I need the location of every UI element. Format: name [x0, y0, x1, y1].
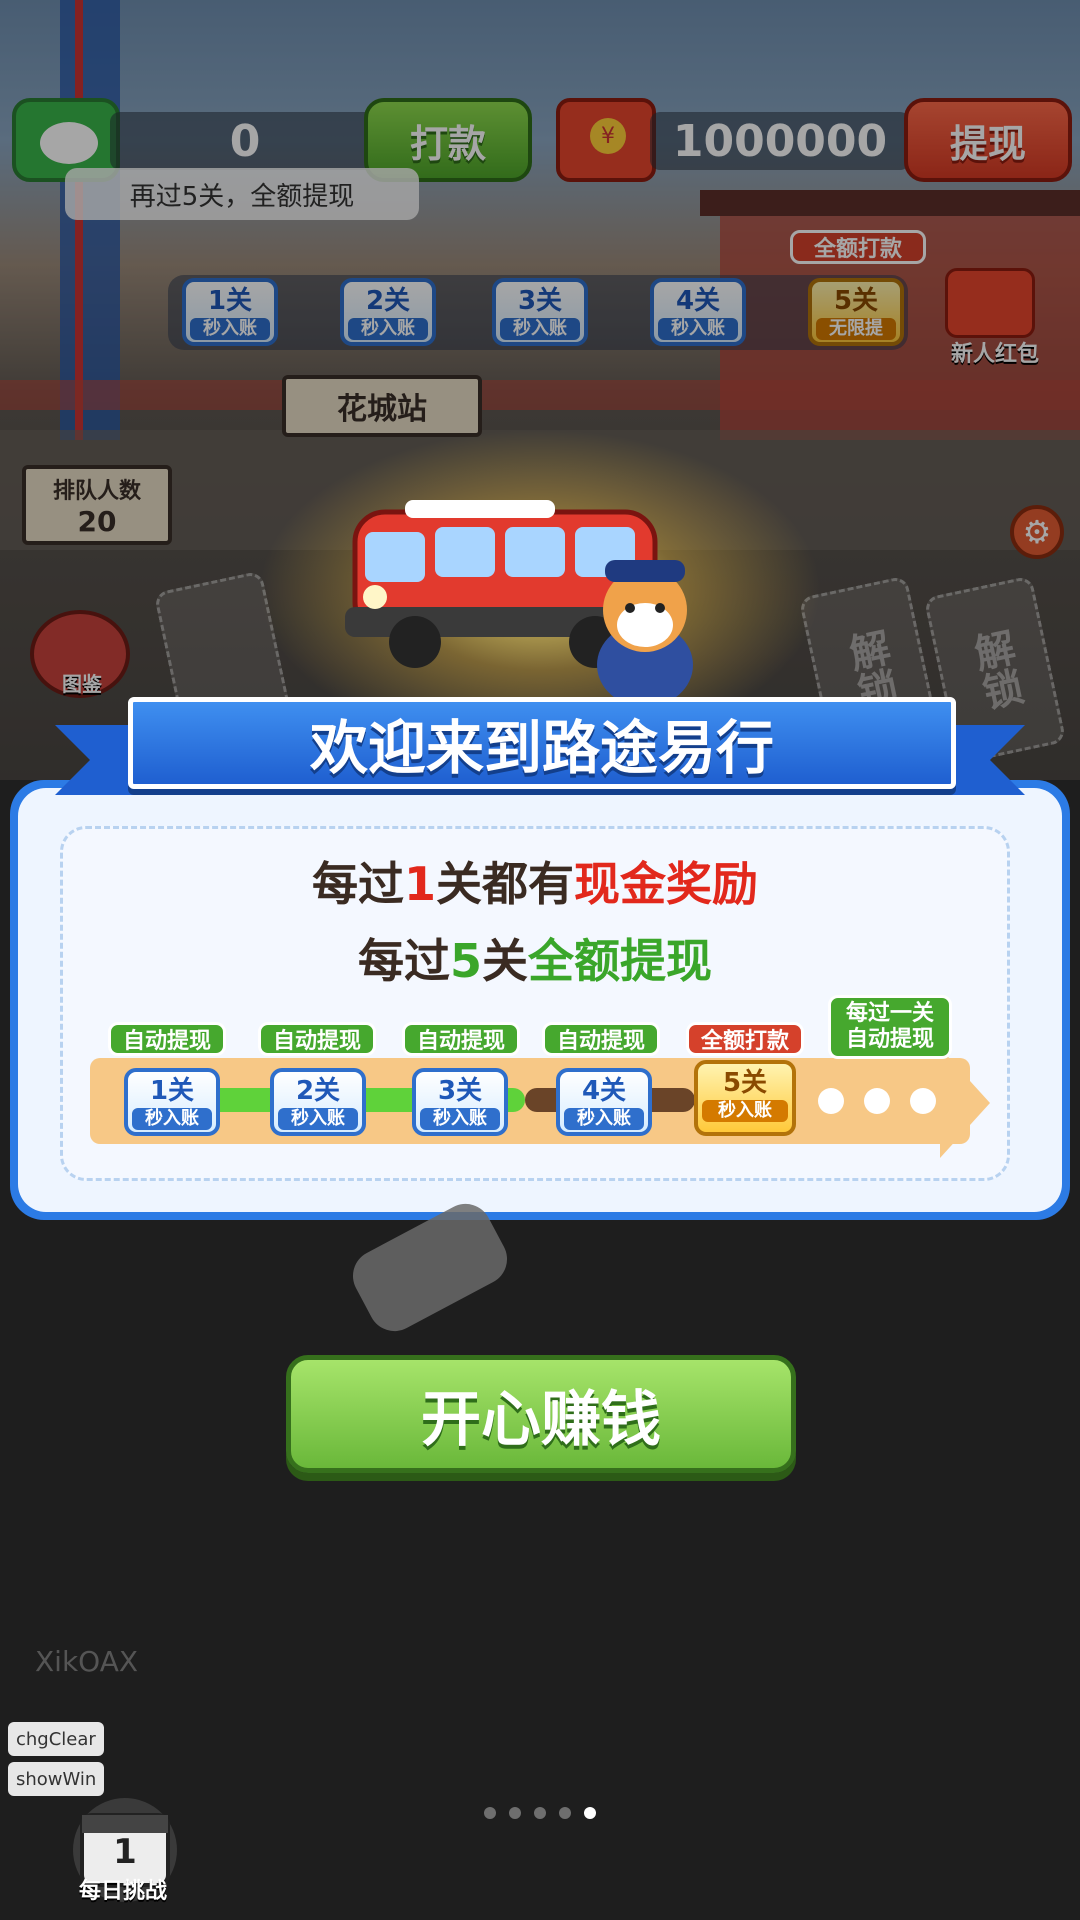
step-1-card: 1关 秒入账: [124, 1068, 220, 1136]
rule-text: 每过: [357, 934, 450, 988]
tag-line: 自动提现: [845, 1027, 934, 1052]
step-3-tag: 自动提现: [402, 1022, 520, 1056]
rule-line-1: 每过1关都有现金奖励: [60, 848, 1010, 912]
step-title: 1关: [149, 1076, 195, 1106]
page-dot[interactable]: [484, 1807, 496, 1819]
step-title: 2关: [295, 1076, 341, 1106]
tag-line: 每过一关: [845, 1001, 934, 1026]
page-indicator: [484, 1807, 596, 1821]
debug-chgclear-button[interactable]: chgClear: [8, 1722, 104, 1756]
rule-text: 关: [482, 934, 528, 988]
page-dot[interactable]: [534, 1807, 546, 1819]
step-sub: 秒入账: [420, 1108, 500, 1130]
ellipsis-dot: [864, 1088, 890, 1114]
step-5-card: 5关 秒入账: [694, 1060, 796, 1136]
step-5-tag: 全额打款: [686, 1022, 804, 1056]
step-sub: 秒入账: [132, 1108, 212, 1130]
step-title: 4关: [581, 1076, 627, 1106]
rule-highlight: 现金奖励: [574, 857, 758, 911]
rule-line-2: 每过5关全额提现: [60, 925, 1010, 989]
start-earning-label: 开心赚钱: [421, 1384, 661, 1455]
rule-number: 1: [403, 857, 436, 911]
step-1-tag: 自动提现: [108, 1022, 226, 1056]
step-2-card: 2关 秒入账: [270, 1068, 366, 1136]
dialog-title-banner: 欢迎来到路途易行: [128, 697, 956, 789]
step-title: 5关: [722, 1068, 768, 1098]
ellipsis-dot: [910, 1088, 936, 1114]
start-earning-button[interactable]: 开心赚钱: [286, 1355, 796, 1473]
corgi-mascot: [597, 560, 693, 707]
step-4-card: 4关 秒入账: [556, 1068, 652, 1136]
step-4-tag: 自动提现: [542, 1022, 660, 1056]
step-sub: 秒入账: [278, 1108, 358, 1130]
step-2-tag: 自动提现: [258, 1022, 376, 1056]
ellipsis-dot: [818, 1088, 844, 1114]
rule-number: 5: [449, 934, 482, 988]
page-dot[interactable]: [509, 1807, 521, 1819]
debug-showwin-button[interactable]: showWin: [8, 1762, 105, 1796]
rule-text: 关都有: [436, 857, 574, 911]
rule-highlight: 全额提现: [528, 934, 712, 988]
rule-text: 每过: [311, 857, 404, 911]
every-level-tag: 每过一关 自动提现: [828, 995, 952, 1059]
track-arrow-icon: [940, 1048, 990, 1158]
daily-challenge-label: 每日挑战: [78, 1879, 167, 1904]
daily-day-number: 1: [113, 1832, 137, 1872]
step-sub: 秒入账: [702, 1100, 788, 1122]
page-dot[interactable]: [559, 1807, 571, 1819]
step-3-card: 3关 秒入账: [412, 1068, 508, 1136]
watermark-text: XikOAX: [35, 1645, 139, 1678]
dialog-title: 欢迎来到路途易行: [309, 714, 774, 782]
page-dot-active[interactable]: [584, 1807, 596, 1819]
step-title: 3关: [437, 1076, 483, 1106]
step-sub: 秒入账: [564, 1108, 644, 1130]
